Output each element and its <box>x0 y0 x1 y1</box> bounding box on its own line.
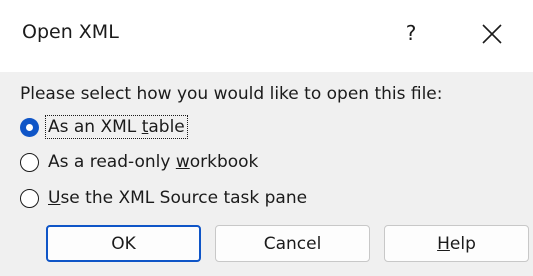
option-read-only-workbook[interactable]: As a read-only workbook <box>20 149 259 175</box>
radio-read-only-workbook[interactable] <box>20 152 39 172</box>
question-mark-icon: ? <box>405 21 417 45</box>
help-title-button[interactable]: ? <box>394 16 428 50</box>
option-xml-source-pane[interactable]: Use the XML Source task pane <box>20 185 308 211</box>
option-xml-table-label: As an XML table <box>45 115 188 139</box>
cancel-button[interactable]: Cancel <box>215 225 370 262</box>
option-xml-table[interactable]: As an XML table <box>20 114 188 140</box>
close-button[interactable] <box>474 16 510 52</box>
cancel-button-label: Cancel <box>263 233 322 254</box>
radio-xml-table[interactable] <box>20 117 39 137</box>
option-xml-source-pane-label: Use the XML Source task pane <box>48 188 308 208</box>
open-xml-dialog: Open XML ? Please select how you would l… <box>0 0 533 276</box>
dialog-title: Open XML <box>22 21 119 43</box>
title-bar: Open XML ? <box>0 0 533 72</box>
close-icon <box>482 24 502 44</box>
prompt-text: Please select how you would like to open… <box>20 84 443 104</box>
radio-xml-source-pane[interactable] <box>20 188 39 208</box>
ok-button-label: OK <box>111 233 136 254</box>
help-button[interactable]: Help <box>384 225 529 262</box>
option-read-only-workbook-label: As a read-only workbook <box>48 152 259 172</box>
help-button-label: Help <box>437 233 476 254</box>
ok-button[interactable]: OK <box>46 225 201 262</box>
